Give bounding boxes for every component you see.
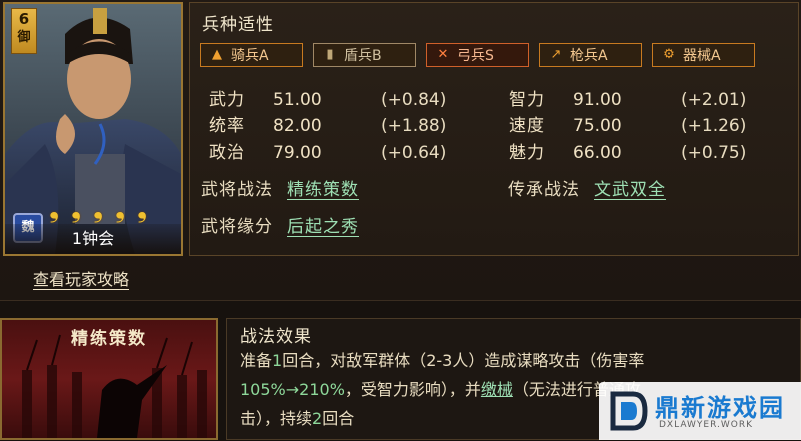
troop-label: 器械A [683,48,721,64]
hero-name: 1钟会 [5,224,181,254]
star-icon: ❟ [93,194,104,224]
hero-card[interactable]: 6 御 魏 ❟ ❟ ❟ ❟ ❟ 1钟会 [3,2,183,256]
effect-highlight: 1 [272,351,283,370]
stat-value: 79.00 [273,143,322,163]
stat-label: 武力 [209,90,245,110]
troop-shield[interactable]: ▮ 盾兵B [313,43,416,67]
troop-aptitude-title: 兵种适性 [202,15,274,35]
inherit-skill-row: 传承战法 文武双全 [508,178,666,202]
effect-text: 准备 [240,351,273,370]
fate-link[interactable]: 后起之秀 [287,217,359,237]
stat-bonus: (+0.75) [681,143,747,163]
stat-value: 51.00 [273,90,322,110]
star-icon: ❟ [137,194,148,224]
troop-cavalry[interactable]: ▲ 骑兵A [200,43,303,67]
class-tag: 御 [17,30,31,45]
troop-label: 枪兵A [570,48,608,64]
troop-spear[interactable]: ↗ 枪兵A [539,43,642,67]
stat-bonus: (+1.26) [681,116,747,136]
effect-text: ，受智力影响），并 [344,380,481,399]
effect-text: 回合 [322,409,355,428]
effect-text: 击），持续 [240,409,313,428]
stat-label: 魅力 [509,143,545,163]
stat-bonus: (+0.64) [381,143,447,163]
level-badge: 6 御 [11,8,37,54]
stat-value: 75.00 [573,116,622,136]
general-skill-link[interactable]: 精练策数 [287,180,359,200]
star-rating: ❟ ❟ ❟ ❟ ❟ [49,194,157,224]
horse-icon: ▲ [212,47,222,62]
fate-row: 武将缘分 后起之秀 [201,215,359,239]
inherit-skill-label: 传承战法 [508,180,580,200]
effect-line-1: 准备1回合，对敌军群体（2-3人）造成谋略攻击（伤害率 [240,346,792,375]
disarm-link[interactable]: 缴械 [481,380,513,399]
troop-label: 弓兵S [457,48,494,64]
site-watermark: 鼎新游戏园 DXLAWYER.WORK [599,382,801,440]
troop-aptitude-list: ▲ 骑兵A ▮ 盾兵B ✕ 弓兵S ↗ 枪兵A ⚙ 器械A [200,43,755,67]
fate-label: 武将缘分 [201,217,273,237]
effect-highlight: 2 [312,409,323,428]
effect-highlight: 105%→210% [240,380,345,399]
tactic-card[interactable]: 精练策数 [0,318,218,440]
site-url: DXLAWYER.WORK [659,420,753,430]
general-skill-row: 武将战法 精练策数 [201,178,359,202]
bow-icon: ✕ [437,47,449,62]
tactic-card-title: 精练策数 [71,329,147,349]
site-name: 鼎新游戏园 [655,394,785,422]
stat-label: 智力 [509,90,545,110]
shield-icon: ▮ [326,47,334,62]
stat-value: 82.00 [273,116,322,136]
stat-label: 速度 [509,116,545,136]
tactic-effect-title: 战法效果 [240,327,312,347]
troop-label: 盾兵B [344,48,382,64]
general-skill-label: 武将战法 [201,180,273,200]
stat-label: 统率 [209,116,245,136]
stat-bonus: (+1.88) [381,116,447,136]
troop-archer[interactable]: ✕ 弓兵S [426,43,529,67]
effect-text: 回合，对敌军群体（2-3人）造成谋略攻击（伤害率 [282,351,645,370]
level-number: 6 [18,10,30,28]
spear-icon: ↗ [550,47,562,62]
troop-siege[interactable]: ⚙ 器械A [652,43,755,67]
stat-value: 91.00 [573,90,622,110]
stat-value: 66.00 [573,143,622,163]
site-logo-icon [610,391,648,431]
troop-label: 骑兵A [231,48,269,64]
siege-icon: ⚙ [663,47,675,62]
star-icon: ❟ [115,194,126,224]
player-guide-link[interactable]: 查看玩家攻略 [33,266,129,290]
star-icon: ❟ [71,194,82,224]
stat-bonus: (+0.84) [381,90,447,110]
stat-label: 政治 [209,143,245,163]
star-icon: ❟ [49,194,60,224]
stat-bonus: (+2.01) [681,90,747,110]
inherit-skill-link[interactable]: 文武双全 [594,180,666,200]
